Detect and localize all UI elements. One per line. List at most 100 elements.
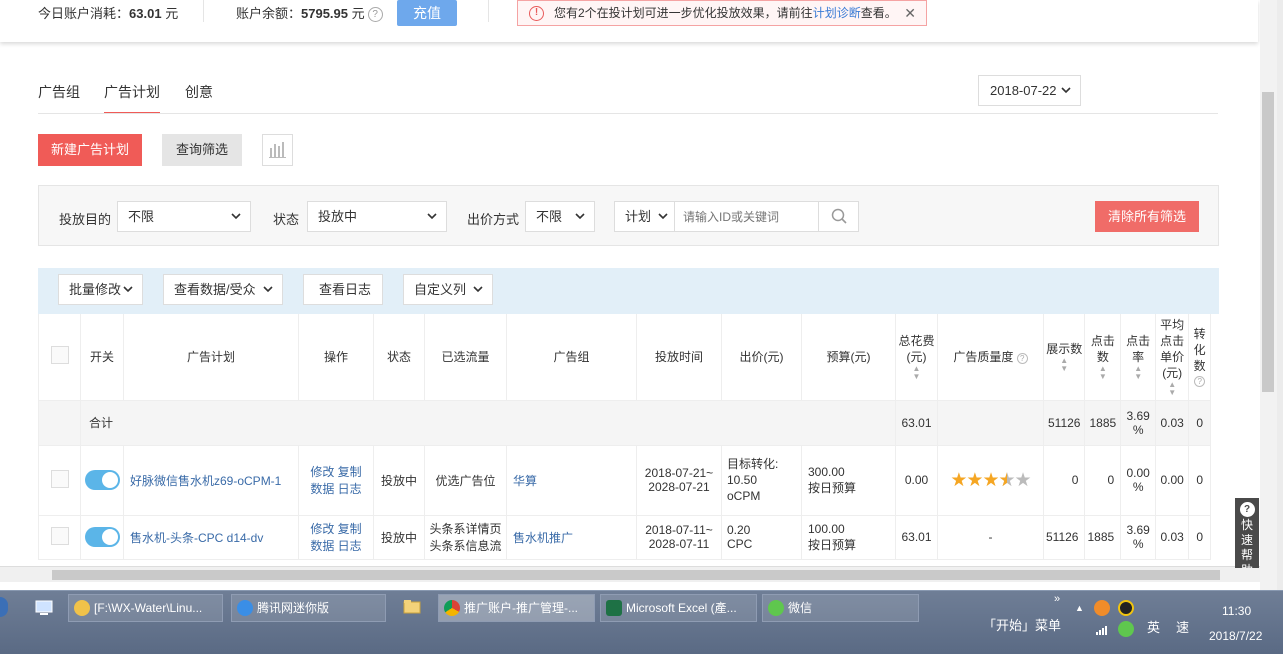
query-filter-button[interactable]: 查询筛选 (162, 134, 242, 166)
search-icon[interactable] (818, 202, 858, 231)
wechat-tray-icon[interactable] (1118, 621, 1134, 637)
summary-impressions: 51126 (1042, 400, 1086, 446)
header-impressions[interactable]: 展示数 ▲ ▼ (1042, 314, 1086, 401)
help-icon[interactable]: ? (1194, 376, 1206, 388)
row-checkbox[interactable] (50, 469, 69, 488)
row-checkbox[interactable] (50, 526, 69, 545)
header-ctr[interactable]: 点击率 ▲ ▼ (1120, 314, 1157, 401)
data-link[interactable]: 数据 (310, 539, 334, 553)
chrome-icon (444, 600, 460, 616)
ime-mode[interactable]: 速 (1176, 617, 1189, 636)
plan-switch-toggle[interactable] (84, 527, 120, 547)
copy-link[interactable]: 复制 (338, 465, 362, 479)
row-op-cell: 修改 复制 数据 日志 (298, 515, 374, 560)
search-box: 计划 (614, 201, 859, 232)
header-conversions: 转化数? (1188, 314, 1212, 401)
today-consumption: 今日账户消耗：63.01 元 (38, 3, 178, 22)
header-total-cost[interactable]: 总花费(元) ▲ ▼ (895, 314, 938, 401)
new-ad-plan-button[interactable]: 新建广告计划 (38, 134, 142, 166)
tab-creative[interactable]: 创意 (185, 82, 213, 112)
header-cpc[interactable]: 平均点击单价(元) ▲ ▼ (1155, 314, 1190, 401)
clock-date[interactable]: 2018/7/22 (1209, 629, 1262, 643)
fire-tray-icon[interactable] (1094, 600, 1110, 616)
quick-help-button[interactable]: ? 快速帮助 (1235, 498, 1259, 568)
bid-line-2: 10.50 (727, 473, 758, 487)
help-icon[interactable]: ? (1016, 352, 1028, 364)
vertical-scrollbar[interactable] (1260, 0, 1277, 590)
search-scope-select[interactable]: 计划 (615, 202, 675, 231)
plan-switch-toggle[interactable] (84, 470, 120, 490)
edit-link[interactable]: 修改 (310, 522, 334, 536)
custom-columns-button[interactable]: 自定义列 (403, 274, 493, 305)
plan-name-link[interactable]: 售水机-头条-CPC d14-dv (130, 531, 263, 545)
status-label: 状态 (273, 212, 300, 227)
data-link[interactable]: 数据 (310, 482, 334, 496)
row-plan-cell: 售水机-头条-CPC d14-dv (123, 515, 299, 560)
chart-toggle-button[interactable] (262, 134, 293, 166)
traffic-line-2: 头条系信息流 (429, 539, 502, 553)
clock-time[interactable]: 11:30 (1222, 604, 1251, 618)
qq-tray-icon[interactable] (1118, 600, 1134, 616)
taskbar-item-explorer[interactable]: [F:\WX-Water\Linu... (68, 594, 223, 622)
view-log-button[interactable]: 查看日志 (303, 274, 383, 305)
summary-cost: 63.01 (895, 400, 938, 446)
tray-expand-icon[interactable]: ▲ (1075, 603, 1084, 613)
header-clicks[interactable]: 点击数 ▲ ▼ (1084, 314, 1122, 401)
sort-icon: ▲ ▼ (1060, 355, 1069, 373)
ad-group-link[interactable]: 售水机推广 (513, 531, 573, 545)
taskbar-item-qq-news[interactable]: 腾讯网迷你版 (231, 594, 386, 622)
log-link[interactable]: 日志 (338, 539, 362, 553)
bid-method-select[interactable]: 不限 (525, 201, 595, 232)
summary-row: 合计 63.01 51126 1885 3.69 % 0.03 0 (38, 400, 1212, 446)
recharge-button[interactable]: 充值 (397, 0, 457, 26)
row-traffic: 优选广告位 (424, 445, 507, 516)
row-select-cell (38, 515, 81, 560)
taskbar-item-label: Microsoft Excel (產... (626, 601, 737, 615)
folder-icon[interactable] (402, 597, 422, 617)
ad-group-link[interactable]: 华算 (513, 474, 537, 488)
row-budget-cell: 300.00 按日预算 (801, 445, 896, 516)
copy-link[interactable]: 复制 (338, 522, 362, 536)
table-toolbar: 批量修改 查看数据/受众 查看日志 自定义列 (38, 268, 1219, 314)
network-signal-icon[interactable] (1096, 623, 1110, 635)
tab-ad-plan[interactable]: 广告计划 (104, 82, 160, 114)
show-desktop-icon[interactable] (34, 597, 54, 617)
ad-plan-table: 开关 广告计划 操作 状态 已选流量 广告组 投放时间 出价(元) 预算(元) … (38, 314, 1212, 560)
optimization-alert: ! 您有2个在投计划可进一步优化投放效果，请前往计划诊断查看。 ✕ (517, 0, 927, 26)
horizontal-scrollbar[interactable] (0, 566, 1260, 582)
row-cost: 0.00 (895, 445, 938, 516)
clear-filters-button[interactable]: 清除所有筛选 (1095, 201, 1199, 232)
plan-diagnosis-link[interactable]: 计划诊断 (813, 6, 861, 20)
help-icon[interactable]: ? (367, 7, 383, 23)
edit-link[interactable]: 修改 (310, 465, 334, 479)
sort-icon: ▲ ▼ (1168, 379, 1177, 397)
chevron-down-icon (575, 202, 585, 243)
consume-value: 63.01 (129, 6, 162, 21)
start-menu-label[interactable]: 「开始」菜单 (983, 615, 1061, 634)
plan-name-link[interactable]: 好脉微信售水机z69-oCPM-1 (130, 474, 281, 488)
taskbar-item-excel[interactable]: Microsoft Excel (產... (600, 594, 757, 622)
tab-ad-group[interactable]: 广告组 (38, 82, 80, 112)
log-link[interactable]: 日志 (338, 482, 362, 496)
date-picker[interactable]: 2018-07-22 (978, 75, 1081, 106)
ime-language[interactable]: 英 (1147, 617, 1160, 636)
purpose-value: 不限 (128, 209, 155, 224)
toolbar-expand-icon[interactable]: » (1054, 593, 1060, 605)
row-quality-cell: ★★★★ ★ (937, 445, 1044, 516)
scrollbar-thumb[interactable] (52, 570, 1220, 580)
search-input[interactable] (683, 207, 813, 226)
taskbar-item-chrome[interactable]: 推广账户-推广管理-... (438, 594, 595, 622)
view-data-button[interactable]: 查看数据/受众 (163, 274, 283, 305)
close-icon[interactable]: ✕ (904, 1, 916, 25)
summary-ctr: 3.69 % (1120, 400, 1157, 446)
taskbar-item-wechat[interactable]: 微信 (762, 594, 919, 622)
scrollbar-thumb[interactable] (1262, 92, 1274, 392)
balance-unit: 元 (351, 6, 365, 21)
select-all-checkbox[interactable] (50, 346, 69, 365)
batch-edit-button[interactable]: 批量修改 (58, 274, 143, 305)
start-orb-icon[interactable] (0, 597, 8, 617)
purpose-select[interactable]: 不限 (117, 201, 251, 232)
taskbar-item-label: 推广账户-推广管理-... (464, 601, 578, 615)
status-select[interactable]: 投放中 (307, 201, 447, 232)
summary-clicks: 1885 (1084, 400, 1122, 446)
